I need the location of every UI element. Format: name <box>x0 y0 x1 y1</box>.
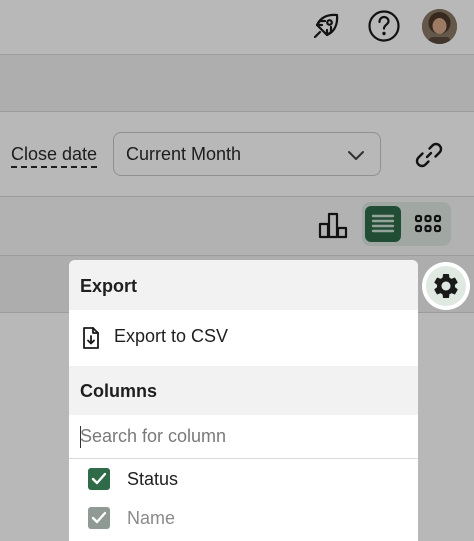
export-csv-label: Export to CSV <box>114 326 229 346</box>
export-section-header: Export <box>69 260 418 310</box>
table-settings-menu: Export Export to CSV Columns Status Name <box>69 260 418 541</box>
column-label: Status <box>127 469 179 489</box>
column-label: Name <box>127 508 176 528</box>
name-checkbox[interactable] <box>88 507 110 529</box>
column-row-name[interactable]: Name <box>69 499 418 537</box>
status-checkbox[interactable] <box>88 468 110 490</box>
columns-section-header: Columns <box>69 366 418 415</box>
column-row-status[interactable]: Status <box>69 460 418 498</box>
export-csv-menu-item[interactable]: Export to CSV <box>69 310 418 366</box>
columns-section-title: Columns <box>80 381 158 401</box>
text-caret <box>80 426 81 448</box>
gear-icon <box>434 274 458 298</box>
divider <box>69 458 418 459</box>
export-section-title: Export <box>80 276 138 296</box>
settings-button-bg <box>426 266 466 306</box>
checkmark-icon <box>91 511 107 524</box>
checkmark-icon <box>91 472 107 485</box>
column-search-input[interactable] <box>70 415 416 457</box>
table-settings-button[interactable] <box>422 262 470 310</box>
file-download-icon <box>83 327 99 349</box>
